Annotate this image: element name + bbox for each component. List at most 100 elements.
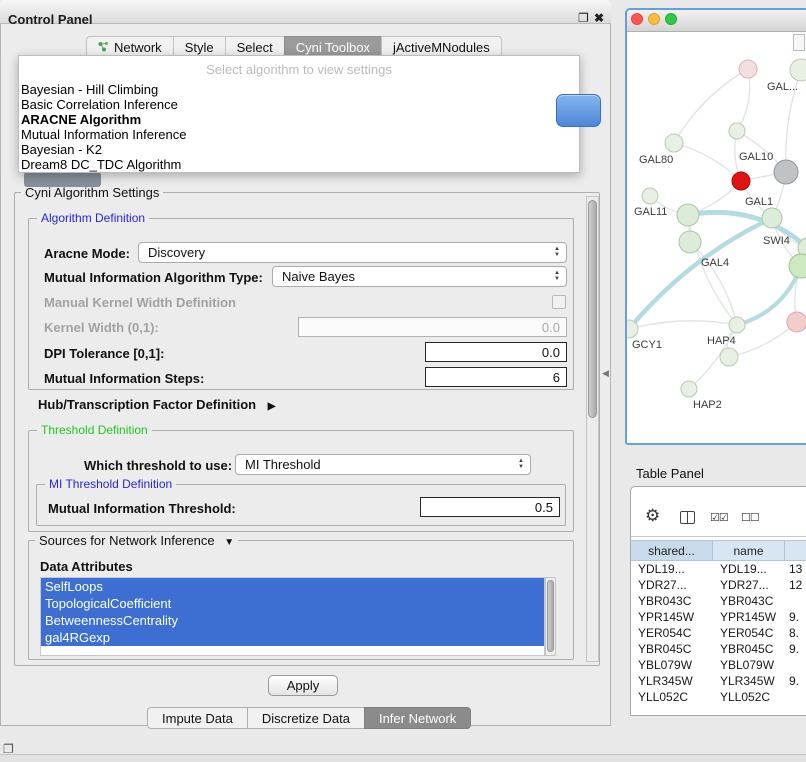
aracne-mode-label: Aracne Mode: [44, 246, 130, 261]
panel-resize-arrow-icon[interactable]: ◀ [602, 368, 609, 379]
hub-definition-expander[interactable]: Hub/Transcription Factor Definition ▶ [38, 397, 275, 412]
table-row[interactable]: YLR345WYLR345W9. [631, 673, 806, 689]
table-row[interactable]: YDL19...YDL19...13 [631, 561, 806, 577]
column-header-partial[interactable] [785, 540, 806, 561]
settings-scrollbar-thumb[interactable] [588, 200, 597, 418]
obscured-combobox-fragment[interactable] [24, 172, 101, 187]
table-cell: 8. [785, 625, 806, 641]
tab-impute-data[interactable]: Impute Data [147, 707, 247, 729]
network-node[interactable] [787, 312, 806, 332]
expand-down-icon[interactable]: ▼ [224, 537, 234, 548]
status-strip [0, 754, 806, 762]
table-row[interactable]: YPR145WYPR145W9. [631, 609, 806, 625]
table-row[interactable]: YLL052CYLL052C [631, 689, 806, 705]
kernel-width-field[interactable]: 0.0 [298, 317, 567, 337]
data-attributes-list[interactable]: SelfLoopsTopologicalCoefficientBetweenne… [40, 577, 545, 656]
network-node[interactable] [790, 59, 806, 81]
network-edge[interactable] [629, 218, 772, 329]
network-node[interactable] [732, 172, 750, 190]
table-cell: YER054C [713, 625, 785, 641]
which-threshold-combobox[interactable]: MI Threshold ▲▼ [235, 454, 531, 475]
unchecked-boxes-icon[interactable]: ☐☐ [741, 511, 759, 524]
columns-icon[interactable] [680, 511, 695, 524]
network-node[interactable] [729, 123, 745, 139]
mi-threshold-field[interactable]: 0.5 [420, 497, 560, 517]
checked-boxes-icon[interactable]: ☑☑ [710, 511, 728, 524]
column-header-shared-name[interactable]: shared... [631, 540, 713, 561]
close-window-icon[interactable]: ✖ [594, 11, 604, 25]
table-cell: YBL079W [713, 657, 785, 673]
network-node[interactable] [789, 254, 806, 278]
table-cell: 9. [785, 673, 806, 689]
combo-focus-button[interactable] [556, 94, 601, 127]
table-row[interactable]: YDR27...YDR27...12 [631, 577, 806, 593]
network-edge[interactable] [690, 242, 737, 325]
mi-steps-field[interactable]: 6 [425, 367, 567, 387]
network-node[interactable] [739, 60, 757, 78]
close-traffic-light[interactable] [631, 13, 643, 25]
combo-value: Naive Bayes [282, 269, 355, 284]
dpi-tolerance-field[interactable]: 0.0 [425, 342, 567, 362]
network-node[interactable] [762, 208, 782, 228]
expand-right-icon[interactable]: ▶ [268, 401, 276, 412]
network-node-label: SWI4 [763, 235, 790, 247]
table-cell: 13 [785, 561, 806, 577]
attribute-list-item[interactable]: SelfLoops [41, 578, 544, 595]
network-node[interactable] [720, 348, 738, 366]
algorithm-option[interactable]: Dream8 DC_TDC Algorithm [19, 157, 579, 172]
attribute-list-item[interactable]: TopologicalCoefficient [41, 595, 544, 612]
which-threshold-label: Which threshold to use: [84, 458, 232, 473]
network-node[interactable] [665, 134, 683, 152]
gear-icon[interactable]: ⚙ [645, 506, 660, 526]
algorithm-option[interactable]: Basic Correlation Inference [19, 97, 579, 112]
tab-infer-network[interactable]: Infer Network [364, 707, 471, 729]
manual-kernel-checkbox[interactable] [552, 295, 566, 309]
network-node[interactable] [642, 188, 658, 204]
network-edge[interactable] [674, 143, 741, 181]
attributes-scrollbar-thumb[interactable] [547, 580, 554, 652]
network-edge[interactable] [688, 215, 737, 325]
network-node-label: GAL10 [739, 151, 773, 163]
combo-arrows-icon: ▲▼ [548, 243, 566, 262]
attributes-scrollbar[interactable] [545, 577, 556, 656]
network-node[interactable] [681, 381, 697, 397]
apply-button[interactable]: Apply [268, 675, 338, 696]
minimize-traffic-light[interactable] [648, 13, 660, 25]
network-node[interactable] [774, 160, 798, 184]
combo-arrows-icon: ▲▼ [512, 455, 530, 474]
network-node-label: HAP4 [707, 335, 736, 347]
algorithm-option[interactable]: Mutual Information Inference [19, 127, 579, 142]
zoom-traffic-light[interactable] [665, 13, 677, 25]
network-edge[interactable] [629, 321, 737, 329]
mi-type-combobox[interactable]: Naive Bayes ▲▼ [272, 266, 567, 287]
attribute-list-item[interactable]: gal4RGexp [41, 629, 544, 646]
float-window-icon[interactable]: ❐ [578, 11, 589, 25]
table-cell: YDL19... [631, 561, 713, 577]
algorithm-option[interactable]: Bayesian - K2 [19, 142, 579, 157]
algorithm-option[interactable]: Bayesian - Hill Climbing [19, 82, 579, 97]
table-cell: 9. [785, 641, 806, 657]
table-row[interactable]: YBR045CYBR045C9. [631, 641, 806, 657]
aracne-mode-combobox[interactable]: Discovery ▲▼ [138, 242, 567, 263]
network-node-label: GAL11 [634, 206, 667, 218]
tab-discretize-data[interactable]: Discretize Data [247, 707, 364, 729]
dropdown-placeholder: Select algorithm to view settings [19, 56, 579, 82]
algorithm-definition-title: Algorithm Definition [37, 211, 149, 225]
network-graph[interactable]: GAL...GAL80GAL10GAL1GAL11SWI4GAL4GCY1HAP… [627, 32, 806, 443]
attribute-list-item[interactable]: BetweennessCentrality [41, 612, 544, 629]
algorithm-option[interactable]: ARACNE Algorithm [19, 112, 579, 127]
table-cell [785, 593, 806, 609]
algorithm-dropdown-list: Bayesian - Hill ClimbingBasic Correlatio… [19, 82, 579, 172]
column-header-name[interactable]: name [713, 540, 785, 561]
tab-label: Select [237, 40, 273, 55]
network-scrollbar-button[interactable] [793, 34, 805, 51]
network-node[interactable] [679, 231, 701, 253]
settings-scrollbar[interactable] [586, 196, 599, 662]
table-row[interactable]: YBR043CYBR043C [631, 593, 806, 609]
table-row[interactable]: YBL079WYBL079W [631, 657, 806, 673]
network-node[interactable] [729, 317, 745, 333]
table-body: YDL19...YDL19...13YDR27...YDR27...12YBR0… [631, 561, 806, 705]
network-node[interactable] [677, 204, 699, 226]
table-row[interactable]: YER054CYER054C8. [631, 625, 806, 641]
sources-expander[interactable]: Sources for Network Inference ▼ [35, 533, 238, 548]
